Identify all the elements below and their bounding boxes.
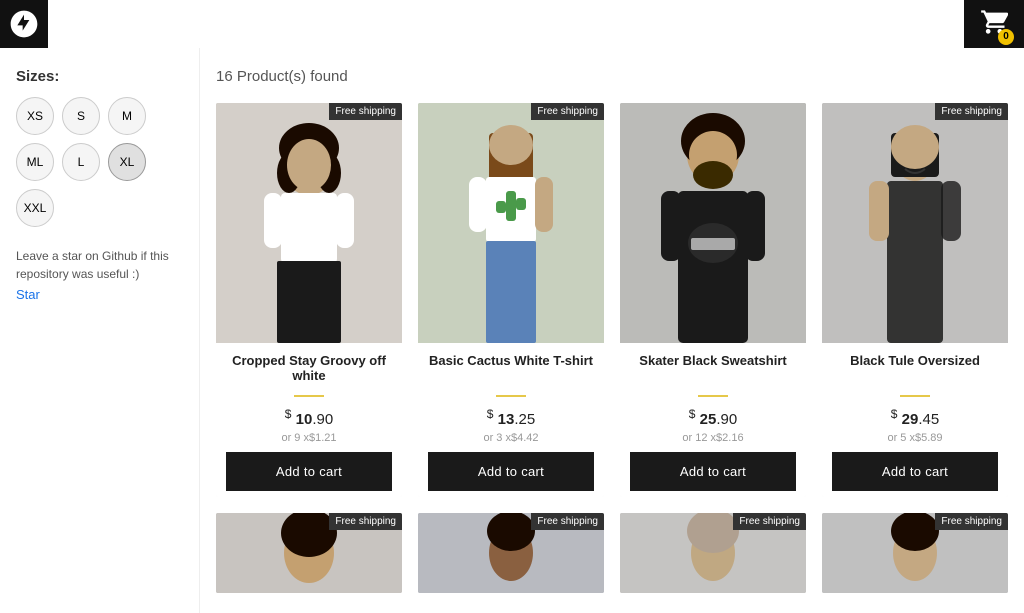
product-card-7: Free shipping [620, 513, 806, 593]
product-divider-2 [496, 395, 526, 397]
product-card-8: Free shipping [822, 513, 1008, 593]
size-xxl[interactable]: XXL [16, 189, 54, 227]
product-installment-3: or 12 x$2.16 [682, 432, 743, 444]
price-main-4: 29 [902, 411, 919, 428]
size-s[interactable]: S [62, 97, 100, 135]
product-card-1: Free shipping Cropped Stay Groovy off wh… [216, 103, 402, 497]
size-xs[interactable]: XS [16, 97, 54, 135]
product-info-3: Skater Black Sweatshirt $ 25.90 or 12 x$… [620, 343, 806, 497]
product-image-5: Free shipping [216, 513, 402, 593]
price-dec-1: .90 [312, 411, 333, 428]
free-shipping-badge-1: Free shipping [329, 103, 402, 120]
product-installment-1: or 9 x$1.21 [281, 432, 336, 444]
header: 0 [964, 0, 1024, 48]
logo[interactable] [0, 0, 48, 48]
product-name-2: Basic Cactus White T-shirt [429, 353, 593, 389]
product-image-3 [620, 103, 806, 343]
product-price-1: $ 10.90 [285, 407, 333, 428]
product-card-2: Free shipping Basic Cactus White T-shirt… [418, 103, 604, 497]
github-note: Leave a star on Github if this repositor… [16, 247, 183, 283]
size-filters: XS S M ML L XL XXL [16, 97, 183, 227]
size-l[interactable]: L [62, 143, 100, 181]
add-to-cart-1[interactable]: Add to cart [226, 452, 392, 491]
product-info-2: Basic Cactus White T-shirt $ 13.25 or 3 … [418, 343, 604, 497]
product-name-1: Cropped Stay Groovy off white [226, 353, 392, 389]
free-shipping-badge-2: Free shipping [531, 103, 604, 120]
products-grid: Free shipping Cropped Stay Groovy off wh… [216, 103, 1008, 497]
price-main-3: 25 [700, 411, 717, 428]
product-card-5: Free shipping [216, 513, 402, 593]
product-image-6: Free shipping [418, 513, 604, 593]
cart-badge: 0 [998, 29, 1014, 45]
free-shipping-badge-8: Free shipping [935, 513, 1008, 530]
main-content: 16 Product(s) found [200, 48, 1024, 613]
product-image-2: Free shipping [418, 103, 604, 343]
product-card-4: Free shipping Black Tule Oversized $ 29.… [822, 103, 1008, 497]
product-image-7: Free shipping [620, 513, 806, 593]
currency-symbol-3: $ [689, 407, 696, 421]
github-star-link[interactable]: Star [16, 287, 40, 302]
free-shipping-badge-7: Free shipping [733, 513, 806, 530]
product-divider-3 [698, 395, 728, 397]
product-price-4: $ 29.45 [891, 407, 939, 428]
currency-symbol-2: $ [487, 407, 494, 421]
free-shipping-badge-6: Free shipping [531, 513, 604, 530]
sidebar: Sizes: XS S M ML L XL XXL Leave a star o… [0, 48, 200, 613]
product-name-4: Black Tule Oversized [850, 353, 980, 389]
product-image-4: Free shipping [822, 103, 1008, 343]
product-divider-4 [900, 395, 930, 397]
price-dec-4: .45 [918, 411, 939, 428]
free-shipping-badge-4: Free shipping [935, 103, 1008, 120]
sizes-label: Sizes: [16, 68, 183, 85]
price-main-2: 13 [498, 411, 515, 428]
free-shipping-badge-5: Free shipping [329, 513, 402, 530]
add-to-cart-4[interactable]: Add to cart [832, 452, 998, 491]
size-xl[interactable]: XL [108, 143, 146, 181]
product-info-1: Cropped Stay Groovy off white $ 10.90 or… [216, 343, 402, 497]
currency-symbol-1: $ [285, 407, 292, 421]
add-to-cart-3[interactable]: Add to cart [630, 452, 796, 491]
currency-symbol-4: $ [891, 407, 898, 421]
size-m[interactable]: M [108, 97, 146, 135]
products-found: 16 Product(s) found [216, 68, 1008, 85]
price-dec-3: .90 [716, 411, 737, 428]
add-to-cart-2[interactable]: Add to cart [428, 452, 594, 491]
product-installment-4: or 5 x$5.89 [887, 432, 942, 444]
price-main-1: 10 [296, 411, 313, 428]
product-image-8: Free shipping [822, 513, 1008, 593]
product-card-3: Skater Black Sweatshirt $ 25.90 or 12 x$… [620, 103, 806, 497]
product-price-2: $ 13.25 [487, 407, 535, 428]
product-image-1: Free shipping [216, 103, 402, 343]
product-divider-1 [294, 395, 324, 397]
price-dec-2: .25 [514, 411, 535, 428]
product-card-6: Free shipping [418, 513, 604, 593]
product-price-3: $ 25.90 [689, 407, 737, 428]
cart-button[interactable]: 0 [980, 8, 1008, 41]
product-info-4: Black Tule Oversized $ 29.45 or 5 x$5.89… [822, 343, 1008, 497]
partial-products-row: Free shipping Free shipping [216, 513, 1008, 593]
product-installment-2: or 3 x$4.42 [483, 432, 538, 444]
size-ml[interactable]: ML [16, 143, 54, 181]
product-name-3: Skater Black Sweatshirt [639, 353, 786, 389]
